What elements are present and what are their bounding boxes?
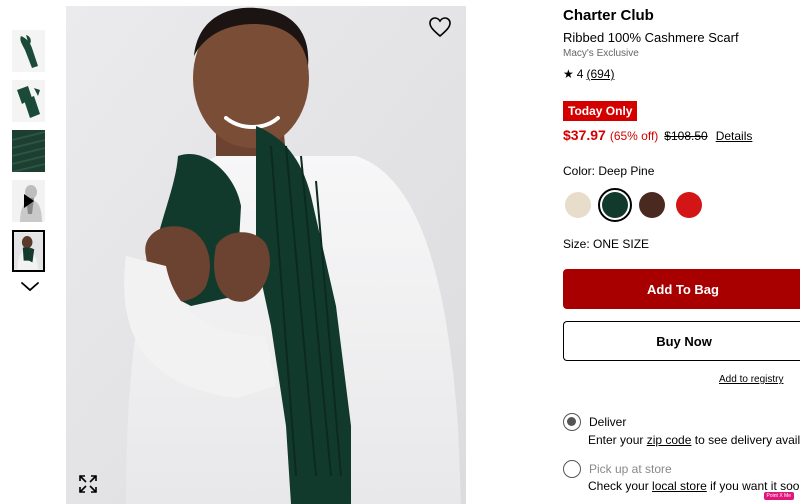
details-link[interactable]: Details <box>716 129 753 143</box>
price-row: $37.97 (65% off) $108.50 Details <box>563 127 752 143</box>
rating-value: 4 <box>576 67 584 81</box>
exclusive-label: Macy's Exclusive <box>563 48 639 59</box>
star-icon: ★ <box>563 67 574 81</box>
expand-icon[interactable] <box>78 474 98 494</box>
size-label: Size: ONE SIZE <box>563 237 650 251</box>
mini-badge[interactable]: Point X Me <box>763 492 794 500</box>
pickup-label: Pick up at store <box>589 462 672 476</box>
thumbnail-1[interactable] <box>12 30 45 72</box>
swatch-brown[interactable] <box>639 192 665 218</box>
discount-percent: (65% off) <box>609 129 659 143</box>
swatch-red[interactable] <box>676 192 702 218</box>
pickup-radio[interactable] <box>563 460 581 478</box>
swatch-cream[interactable] <box>565 192 591 218</box>
thumbnail-video[interactable] <box>12 180 45 222</box>
deliver-radio[interactable] <box>563 413 581 431</box>
color-swatches <box>565 188 702 222</box>
review-count-link[interactable]: (694) <box>586 67 614 81</box>
brand-name[interactable]: Charter Club <box>563 7 654 24</box>
sale-price: $37.97 <box>563 127 606 143</box>
product-photo <box>66 6 466 504</box>
deliver-prefix: Enter your <box>588 433 644 447</box>
play-icon <box>24 194 34 208</box>
chevron-down-icon[interactable] <box>19 280 41 294</box>
rating-row[interactable]: ★ 4 (694) <box>563 67 614 81</box>
deliver-option[interactable]: Deliver <box>563 413 626 431</box>
zip-code-link[interactable]: zip code <box>647 433 692 447</box>
main-product-image <box>66 6 466 504</box>
deliver-label: Deliver <box>589 415 627 429</box>
add-to-registry-link[interactable]: Add to registry <box>719 374 783 385</box>
buy-now-button[interactable]: Buy Now <box>563 321 800 361</box>
original-price: $108.50 <box>664 129 708 143</box>
local-store-link[interactable]: local store <box>652 479 707 493</box>
pickup-option[interactable]: Pick up at store <box>563 460 672 478</box>
product-title: Ribbed 100% Cashmere Scarf <box>563 30 739 45</box>
add-to-bag-button[interactable]: Add To Bag <box>563 269 800 309</box>
today-only-badge: Today Only <box>563 101 638 121</box>
color-label: Color: Deep Pine <box>563 164 655 178</box>
thumbnail-5[interactable] <box>12 230 45 272</box>
thumbnail-3[interactable] <box>12 130 45 172</box>
deliver-suffix: to see delivery availabili <box>694 433 800 447</box>
pickup-prefix: Check your <box>588 479 649 493</box>
pickup-subtext: Check your local store if you want it so… <box>588 479 800 493</box>
thumbnail-2[interactable] <box>12 80 45 122</box>
pickup-suffix: if you want it sooner. <box>710 479 800 493</box>
swatch-deep-pine[interactable] <box>598 188 632 222</box>
deliver-subtext: Enter your zip code to see delivery avai… <box>588 433 800 447</box>
heart-icon[interactable] <box>428 16 452 38</box>
